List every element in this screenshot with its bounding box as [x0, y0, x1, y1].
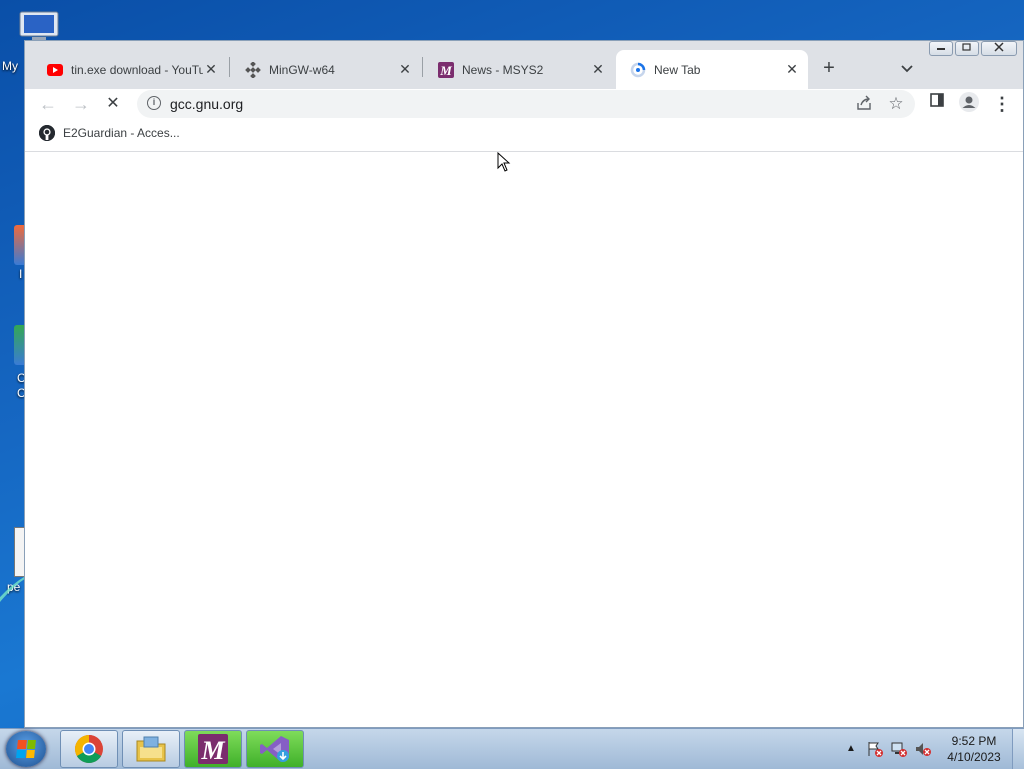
tab-separator: [422, 57, 423, 77]
taskbar-file-explorer[interactable]: [122, 730, 180, 768]
profile-avatar-icon[interactable]: [957, 92, 981, 116]
minimize-icon: [937, 48, 945, 50]
forward-button[interactable]: →: [68, 91, 94, 117]
maximize-button[interactable]: [955, 41, 979, 56]
bookmarks-bar: E2Guardian - Acces...: [25, 121, 1023, 152]
mouse-cursor-icon: [497, 152, 511, 172]
tab-mingw[interactable]: MinGW-w64 ✕: [231, 50, 421, 89]
tab-separator: [229, 57, 230, 77]
close-icon[interactable]: ✕: [203, 61, 219, 78]
address-bar[interactable]: i gcc.gnu.org ☆: [137, 90, 915, 118]
stop-button[interactable]: ✕: [100, 91, 126, 117]
taskbar-msys2[interactable]: M: [184, 730, 242, 768]
close-icon: [994, 42, 1004, 52]
network-icon[interactable]: [890, 740, 908, 758]
desktop-label-computer: My: [2, 59, 18, 73]
clock-date: 4/10/2023: [947, 750, 1001, 764]
svg-text:M: M: [200, 736, 225, 764]
star-icon[interactable]: ☆: [887, 95, 905, 113]
start-button[interactable]: [6, 731, 46, 767]
desktop-shortcut-icon[interactable]: [14, 325, 24, 365]
file-explorer-icon: [136, 736, 166, 762]
tab-youtube[interactable]: tin.exe download - YouTube ✕: [33, 50, 227, 89]
clock-time: 9:52 PM: [951, 734, 997, 748]
side-panel-icon[interactable]: [925, 92, 949, 116]
chevron-down-icon: [901, 65, 913, 73]
tab-new-tab[interactable]: New Tab ✕: [616, 50, 808, 89]
tab-search-button[interactable]: [895, 55, 919, 81]
menu-icon[interactable]: ⋮: [990, 92, 1014, 116]
windows-logo-icon: [16, 740, 36, 758]
minimize-button[interactable]: [929, 41, 953, 56]
taskbar-visual-studio-installer[interactable]: [246, 730, 304, 768]
info-icon[interactable]: i: [147, 96, 161, 110]
close-icon[interactable]: ✕: [784, 61, 800, 78]
browser-toolbar: ← → ✕ i gcc.gnu.org ☆ ⋮: [25, 89, 1023, 119]
close-window-button[interactable]: [981, 41, 1017, 56]
taskbar: M ▲ 9:52 PM 4/10/2023: [0, 728, 1024, 769]
msys2-icon: M: [438, 61, 454, 78]
restore-icon: [962, 43, 971, 51]
tab-msys2[interactable]: M News - MSYS2 ✕: [424, 50, 614, 89]
tab-title: MinGW-w64: [269, 62, 335, 77]
browser-window: tin.exe download - YouTube ✕ MinGW-w64 ✕…: [24, 40, 1024, 728]
github-icon: [39, 125, 55, 141]
msys2-icon: M: [198, 734, 228, 764]
desktop-label-1: I: [19, 267, 23, 281]
tab-title: tin.exe download - YouTube: [71, 62, 203, 77]
new-tab-button[interactable]: +: [815, 55, 843, 81]
tab-strip: tin.exe download - YouTube ✕ MinGW-w64 ✕…: [25, 41, 1023, 89]
show-desktop-button[interactable]: [1012, 729, 1024, 769]
tab-title: News - MSYS2: [462, 62, 544, 77]
volume-muted-icon[interactable]: [914, 740, 932, 758]
action-center-flag-icon[interactable]: [866, 740, 884, 758]
back-button[interactable]: ←: [35, 91, 61, 117]
chrome-icon: [75, 735, 103, 763]
tab-title: New Tab: [654, 62, 701, 77]
close-icon[interactable]: ✕: [590, 61, 606, 78]
taskbar-clock[interactable]: 9:52 PM 4/10/2023: [934, 733, 1014, 765]
youtube-icon: [47, 62, 63, 78]
svg-text:M: M: [439, 63, 452, 78]
page-content[interactable]: [25, 152, 1023, 727]
show-hidden-icons-icon[interactable]: ▲: [846, 743, 856, 754]
bookmark-label: E2Guardian - Acces...: [63, 126, 180, 140]
share-icon[interactable]: [855, 95, 873, 113]
loading-icon: [630, 62, 646, 78]
visual-studio-installer-icon: [260, 736, 289, 762]
close-icon[interactable]: ✕: [397, 61, 413, 78]
taskbar-chrome[interactable]: [60, 730, 118, 768]
bookmark-item[interactable]: E2Guardian - Acces...: [39, 125, 180, 141]
desktop-shortcut-icon[interactable]: [14, 225, 24, 265]
system-tray: ▲: [840, 729, 934, 769]
url-text[interactable]: gcc.gnu.org: [170, 96, 243, 112]
mingw-icon: [245, 61, 261, 78]
